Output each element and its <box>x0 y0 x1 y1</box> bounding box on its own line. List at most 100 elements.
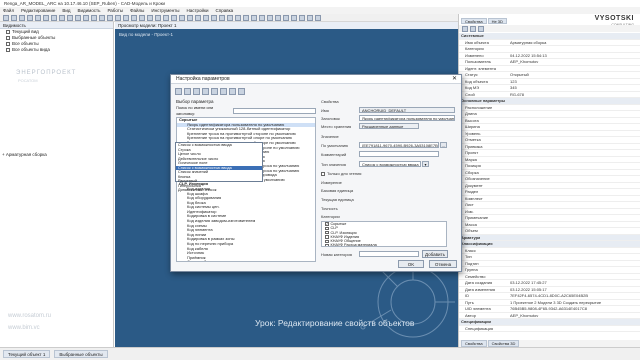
menu-item[interactable]: Файл <box>3 7 14 14</box>
toolbar-button-icon[interactable] <box>123 15 129 21</box>
visibility-checkbox[interactable] <box>6 30 10 34</box>
status-tab[interactable]: Выбранные объекты <box>54 350 108 358</box>
ok-button[interactable]: OK <box>398 260 424 268</box>
property-row[interactable]: Спецификация <box>459 326 640 332</box>
toolbar-button-icon[interactable] <box>155 15 161 21</box>
category-checkbox[interactable] <box>325 243 329 246</box>
filter-icon[interactable] <box>470 26 476 32</box>
property-value[interactable] <box>508 170 640 176</box>
property-value[interactable] <box>508 157 640 163</box>
default-browse-button[interactable]: … <box>440 142 447 148</box>
toolbar-button-icon[interactable] <box>267 15 273 21</box>
property-value[interactable] <box>508 228 640 234</box>
toolbar-button-icon[interactable] <box>171 15 177 21</box>
property-value[interactable] <box>508 144 640 150</box>
type-option[interactable]: Динамический список <box>176 188 262 193</box>
delete-param-icon[interactable] <box>184 88 191 95</box>
toolbar-button-icon[interactable] <box>211 15 217 21</box>
toolbar-button-icon[interactable] <box>19 15 25 21</box>
visibility-checkbox[interactable] <box>6 42 10 46</box>
toolbar-button-icon[interactable] <box>299 15 305 21</box>
toolbar-button-icon[interactable] <box>67 15 73 21</box>
toolbar-button-icon[interactable] <box>59 15 65 21</box>
toolbar-button-icon[interactable] <box>27 15 33 21</box>
property-value[interactable]: RG-678 <box>508 92 640 98</box>
property-value[interactable] <box>508 176 640 182</box>
comment-field[interactable] <box>359 151 439 157</box>
caption-field[interactable]: Якорь идентификатора пользователя по умо… <box>359 115 455 121</box>
property-value[interactable] <box>508 66 640 72</box>
toolbar-button-icon[interactable] <box>11 15 17 21</box>
toolbar-button-icon[interactable] <box>251 15 257 21</box>
toolbar-button-icon[interactable] <box>203 15 209 21</box>
down-icon[interactable] <box>238 88 245 95</box>
property-value[interactable] <box>508 46 640 52</box>
up-icon[interactable] <box>229 88 236 95</box>
property-value[interactable]: AEP_Khomutov <box>508 59 640 65</box>
toolbar-button-icon[interactable] <box>3 15 9 21</box>
property-value[interactable] <box>508 254 640 260</box>
chevron-down-icon[interactable]: ▾ <box>422 161 429 167</box>
new-category-input[interactable] <box>359 251 419 257</box>
toolbar-button-icon[interactable] <box>163 15 169 21</box>
property-value[interactable] <box>508 222 640 228</box>
property-value[interactable] <box>508 326 640 332</box>
toolbar-button-icon[interactable] <box>259 15 265 21</box>
close-icon[interactable]: ✕ <box>452 75 457 84</box>
category-checkbox[interactable] <box>325 235 329 239</box>
visibility-item[interactable]: Все объекты вида <box>0 47 113 53</box>
property-value[interactable]: Открытый <box>508 72 640 78</box>
property-value[interactable]: 345 <box>508 85 640 91</box>
toolbar-button-icon[interactable] <box>107 15 113 21</box>
toolbar-button-icon[interactable] <box>195 15 201 21</box>
menu-item[interactable]: Редактирование <box>21 7 55 14</box>
property-value[interactable]: Арматурная сборка <box>508 40 640 46</box>
property-value[interactable] <box>508 274 640 280</box>
toolbar-button-icon[interactable] <box>115 15 121 21</box>
toolbar-button-icon[interactable] <box>243 15 249 21</box>
toolbar-button-icon[interactable] <box>147 15 153 21</box>
properties-bottom-tab[interactable]: Свойства <box>461 340 487 347</box>
toolbar-button-icon[interactable] <box>235 15 241 21</box>
menu-item[interactable]: Справка <box>216 7 234 14</box>
menu-item[interactable]: Настройки <box>186 7 208 14</box>
property-value[interactable] <box>508 163 640 169</box>
property-value[interactable]: 03.12.2022 15:05:17 <box>508 287 640 293</box>
property-value[interactable] <box>508 118 640 124</box>
toolbar-button-icon[interactable] <box>99 15 105 21</box>
menu-item[interactable]: Инструменты <box>151 7 179 14</box>
property-value[interactable] <box>508 196 640 202</box>
export-icon[interactable] <box>211 88 218 95</box>
property-value[interactable] <box>508 124 640 130</box>
tree-item-rebar[interactable]: + Арматурная сборка <box>2 152 47 157</box>
property-value[interactable]: 123 <box>508 79 640 85</box>
property-value[interactable]: 03.12.2022 17:45:27 <box>508 280 640 286</box>
property-value[interactable] <box>508 150 640 156</box>
search-input[interactable] <box>233 108 316 114</box>
refresh-icon[interactable] <box>220 88 227 95</box>
add-param-icon[interactable] <box>175 88 182 95</box>
toolbar-button-icon[interactable] <box>179 15 185 21</box>
property-value[interactable] <box>508 215 640 221</box>
toolbar-button-icon[interactable] <box>139 15 145 21</box>
toolbar-button-icon[interactable] <box>187 15 193 21</box>
property-value[interactable]: 7EF42F4-6574-4CD1-8D0C-A2C65E04B2B <box>508 293 640 299</box>
toolbar-button-icon[interactable] <box>35 15 41 21</box>
property-value[interactable]: 1 Проектное 2 Модели 3 3D Создать перекр… <box>508 300 640 306</box>
toolbar-button-icon[interactable] <box>43 15 49 21</box>
visibility-checkbox[interactable] <box>6 36 10 40</box>
toolbar-button-icon[interactable] <box>75 15 81 21</box>
add-category-button[interactable]: Добавить <box>422 250 448 258</box>
property-value[interactable] <box>508 189 640 195</box>
property-value[interactable] <box>508 209 640 215</box>
property-value[interactable] <box>508 267 640 273</box>
settings-icon[interactable] <box>478 26 484 32</box>
category-checkbox[interactable] <box>325 226 329 231</box>
default-value-field[interactable]: {EE791811-9670-4590-B926-3A53108E7B00} <box>359 142 439 148</box>
menu-item[interactable]: Видимость <box>78 7 101 14</box>
toolbar-button-icon[interactable] <box>291 15 297 21</box>
copy-param-icon[interactable] <box>193 88 200 95</box>
property-value[interactable]: 04.12.2022 15:54:13 <box>508 53 640 59</box>
toolbar-button-icon[interactable] <box>83 15 89 21</box>
properties-bottom-tab[interactable]: Свойства 3D <box>487 340 520 347</box>
